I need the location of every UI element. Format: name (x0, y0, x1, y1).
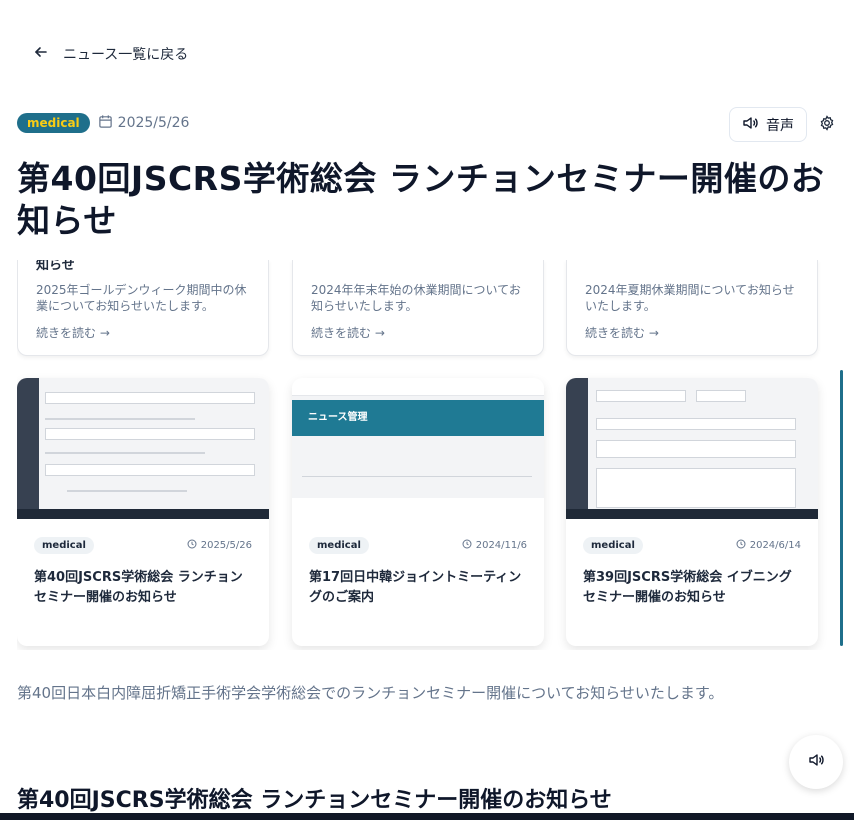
gear-icon (819, 115, 835, 135)
top-card-title: 知らせ (36, 260, 75, 273)
clock-icon (462, 539, 472, 552)
section-heading: 第40回JSCRS学術総会 ランチョンセミナー開催のお知らせ (17, 788, 612, 813)
back-link-label: ニュース一覧に戻る (63, 47, 189, 63)
news-card[interactable]: medical 2024/6/14 第39回JSCRS学術総会 イブニングセミナ… (566, 378, 818, 646)
category-badge: medical (17, 113, 90, 133)
top-card-excerpt: 2024年夏期休業期間についてお知らせいたします。 (585, 283, 795, 313)
read-more-link[interactable]: 続きを読む → (311, 324, 525, 341)
read-more-link[interactable]: 続きを読む → (585, 324, 799, 341)
article-date: 2025/5/26 (98, 114, 190, 133)
audio-button-label: 音声 (766, 117, 794, 134)
back-to-news-link[interactable]: ニュース一覧に戻る (33, 44, 188, 64)
card-date-text: 2024/6/14 (749, 540, 801, 551)
card-title: 第17回日中韓ジョイントミーティングのご案内 (309, 570, 522, 605)
audio-button[interactable]: 音声 (729, 107, 807, 142)
thumbnail-heading: ニュース管理 (308, 412, 368, 423)
top-card[interactable]: 知らせ 2025年ゴールデンウィーク期間中の休業についてお知らせいたします。 続… (17, 260, 269, 356)
article-intro: 第40回日本白内障屈折矯正手術学会学術総会でのランチョンセミナー開催についてお知… (17, 684, 724, 702)
news-thumbnail (566, 378, 818, 519)
category-pill: medical (34, 537, 94, 554)
top-card-excerpt: 2025年ゴールデンウィーク期間中の休業についてお知らせいたします。 (36, 283, 247, 313)
speaker-icon (742, 115, 758, 135)
card-title: 第39回JSCRS学術総会 イブニングセミナー開催のお知らせ (583, 570, 792, 605)
card-date-text: 2025/5/26 (200, 540, 252, 551)
speaker-icon (808, 752, 824, 772)
clock-icon (736, 539, 746, 552)
bottom-bar (0, 813, 854, 820)
clock-icon (187, 539, 197, 552)
card-date: 2025/5/26 (187, 539, 252, 552)
article-meta: medical 2025/5/26 (17, 113, 189, 133)
category-pill: medical (583, 537, 643, 554)
news-card[interactable]: ニュース管理 medical 2024/11/6 第17回日中韓ジョイントミーテ… (292, 378, 544, 646)
related-news-carousel: 知らせ 2025年ゴールデンウィーク期間中の休業についてお知らせいたします。 続… (17, 260, 845, 650)
news-thumbnail (17, 378, 269, 519)
page-title: 第40回JSCRS学術総会 ランチョンセミナー開催のお知らせ (17, 159, 825, 240)
article-date-text: 2025/5/26 (117, 115, 190, 131)
card-date: 2024/6/14 (736, 539, 801, 552)
card-title: 第40回JSCRS学術総会 ランチョンセミナー開催のお知らせ (34, 570, 243, 605)
news-card[interactable]: medical 2025/5/26 第40回JSCRS学術総会 ランチョンセミナ… (17, 378, 269, 646)
top-card[interactable]: 2024年夏期休業期間についてお知らせいたします。 続きを読む → (566, 260, 818, 356)
settings-button[interactable] (817, 115, 837, 135)
card-date-text: 2024/11/6 (475, 540, 527, 551)
calendar-icon (98, 114, 113, 133)
read-more-link[interactable]: 続きを読む → (36, 324, 250, 341)
top-card-excerpt: 2024年年末年始の休業期間についてお知らせいたします。 (311, 283, 521, 313)
top-card[interactable]: 2024年年末年始の休業期間についてお知らせいたします。 続きを読む → (292, 260, 544, 356)
carousel-scrollbar[interactable] (840, 370, 843, 646)
news-thumbnail: ニュース管理 (292, 378, 544, 519)
arrow-left-icon (33, 44, 49, 64)
card-date: 2024/11/6 (462, 539, 527, 552)
category-pill: medical (309, 537, 369, 554)
floating-audio-button[interactable] (789, 735, 843, 789)
